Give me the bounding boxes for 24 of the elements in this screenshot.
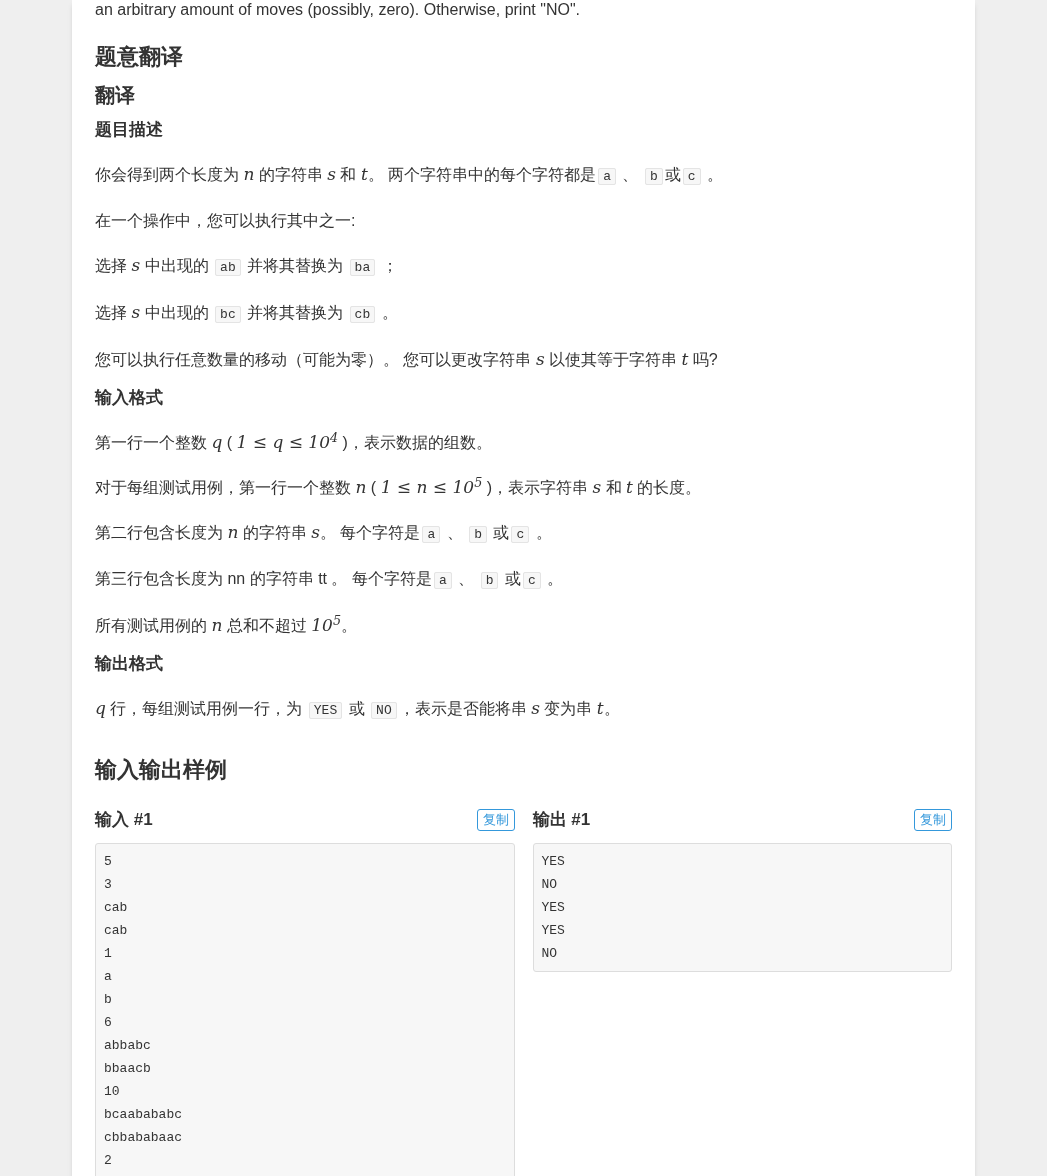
paragraph: 选择 s 中出现的 bc 并将其替换为 cb 。 bbox=[95, 301, 399, 325]
paragraph: 您可以执行任意数量的移动（可能为零）。 您可以更改字符串 s 以使其等于字符串 t 吗? bbox=[95, 348, 719, 371]
code-block: 5 3 cab cab 1 a b 6 abbabc bbaacb 10 bcaabababc cbbababaac 2 bbox=[95, 842, 515, 1176]
sample-label: 输出 #1 bbox=[532, 809, 591, 831]
paragraph: 所有测试用例的 n 总和不超过 10$^{5}$。 bbox=[95, 613, 359, 637]
sample-label: 输入 #1 bbox=[95, 809, 153, 831]
paragraph: q 行，每组测试用例一行，为 YES 或 NO ，表示是否能将串 s 变为串 t。 bbox=[95, 697, 621, 721]
code-block: YES NO YES YES NO bbox=[532, 842, 952, 972]
heading: 输出格式 bbox=[95, 653, 164, 675]
paragraph: 第二行包含长度为 n 的字符串 s。 每个字符是 a 、 b 或 c 。 bbox=[95, 521, 553, 545]
subsection-title: 翻译 bbox=[95, 83, 136, 108]
section-title: 题意翻译 bbox=[95, 43, 184, 71]
paragraph: 对于每组测试用例，第一行一个整数 n ( 1 ≤ n ≤ 10$^{5}$ )，表示字符串 s 和 t 的长度。 bbox=[95, 475, 703, 499]
paragraph: 第三行包含长度为 nn 的字符串 tt 。 每个字符是 a 、 b 或 c 。 bbox=[95, 569, 565, 591]
copy-button[interactable]: 复制 bbox=[914, 808, 952, 831]
paragraph: 第一行一个整数 q ( 1 ≤ q ≤ 10$^{4}$ )，表示数据的组数。 bbox=[95, 430, 493, 454]
section-title: 输入输出样例 bbox=[95, 756, 228, 784]
heading: 题目描述 bbox=[95, 119, 164, 141]
paragraph: 在一个操作中，您可以执行其中之一: bbox=[95, 211, 357, 231]
paragraph: an arbitrary amount of moves (possibly, zero). Otherwise, print "NO". bbox=[95, 0, 581, 20]
heading: 输入格式 bbox=[95, 387, 164, 409]
copy-button[interactable]: 复制 bbox=[476, 808, 515, 831]
paragraph: 选择 s 中出现的 ab 并将其替换为 ba ； bbox=[95, 254, 399, 278]
paragraph: 你会得到两个长度为 n 的字符串 s 和 t。 两个字符串中的每个字符都是 a 、 b 或 c 。 bbox=[95, 163, 724, 187]
